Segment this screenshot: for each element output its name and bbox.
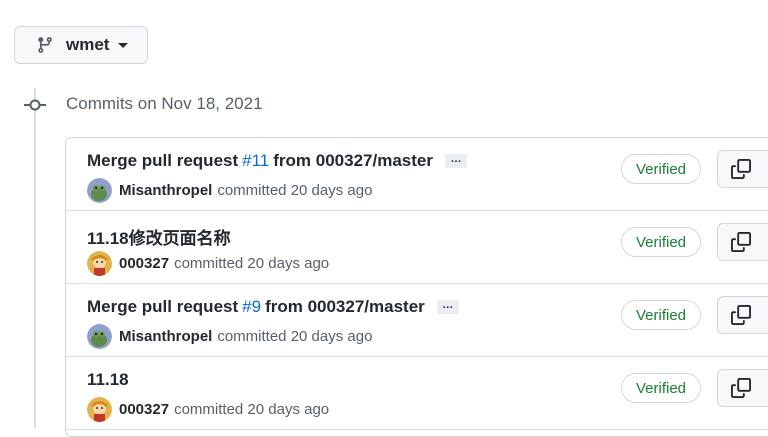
commit-list: Merge pull request #11 from 000327/master…… — [65, 137, 768, 437]
commit-author-link[interactable]: Misanthropel — [119, 182, 212, 199]
git-commit-icon — [24, 96, 46, 114]
branch-name: wmet — [66, 35, 110, 54]
commit-author-link[interactable]: Misanthropel — [119, 328, 212, 345]
commit-time: committed 20 days ago — [174, 255, 330, 272]
verified-badge[interactable]: Verified — [621, 154, 701, 184]
copy-sha-button[interactable] — [717, 150, 768, 188]
commit-row: Merge pull request #11 from 000327/master …… — [66, 138, 768, 211]
git-branch-icon — [36, 36, 54, 54]
commit-group-title: Commits on Nov 18, 2021 — [66, 94, 263, 113]
commit-title[interactable]: 11.18 — [87, 370, 129, 390]
commit-meta: Misanthropel committed 20 days ago — [87, 178, 372, 203]
commit-author-link[interactable]: 000327 — [119, 401, 169, 418]
commit-title-text[interactable]: 11.18修改页面名称 — [87, 224, 231, 249]
commit-title-text[interactable]: 11.18 — [87, 370, 129, 390]
verified-badge[interactable]: Verified — [621, 227, 701, 257]
commit-title[interactable]: 11.18修改页面名称 — [87, 224, 231, 249]
pull-request-link[interactable]: #9 — [242, 297, 261, 317]
avatar-frog[interactable] — [87, 324, 112, 349]
verified-badge[interactable]: Verified — [621, 300, 701, 330]
commit-title[interactable]: Merge pull request #11 from 000327/master … — [87, 151, 467, 171]
commit-row: 11.18 000327 committed 20 days ago Verified — [66, 357, 768, 430]
copy-icon — [731, 159, 751, 179]
commit-title[interactable]: Merge pull request #9 from 000327/master … — [87, 297, 459, 317]
commit-author-link[interactable]: 000327 — [119, 255, 169, 272]
commit-meta: 000327 committed 20 days ago — [87, 251, 329, 276]
commit-title-suffix[interactable]: from 000327/master — [273, 151, 433, 171]
copy-icon — [731, 232, 751, 252]
chevron-down-icon — [118, 42, 129, 48]
copy-icon — [731, 305, 751, 325]
copy-sha-button[interactable] — [717, 369, 768, 407]
copy-sha-button[interactable] — [717, 296, 768, 334]
expand-message-button[interactable]: … — [444, 154, 467, 168]
commit-meta: Misanthropel committed 20 days ago — [87, 324, 372, 349]
commit-time: committed 20 days ago — [217, 328, 373, 345]
avatar-character[interactable] — [87, 397, 112, 422]
verified-badge[interactable]: Verified — [621, 373, 701, 403]
commit-title-text[interactable]: Merge pull request — [87, 297, 238, 317]
commit-row: 11.18修改页面名称 000327 committed 20 days ago Ve… — [66, 211, 768, 284]
commit-time: committed 20 days ago — [174, 401, 330, 418]
pull-request-link[interactable]: #11 — [242, 151, 269, 171]
avatar-frog[interactable] — [87, 178, 112, 203]
branch-select-button[interactable]: wmet — [14, 26, 148, 64]
commit-title-suffix[interactable]: from 000327/master — [265, 297, 425, 317]
expand-message-button[interactable]: … — [436, 300, 459, 314]
commit-row: Merge pull request #9 from 000327/master… M… — [66, 284, 768, 357]
commit-title-text[interactable]: Merge pull request — [87, 151, 238, 171]
copy-sha-button[interactable] — [717, 223, 768, 261]
avatar-character[interactable] — [87, 251, 112, 276]
commit-meta: 000327 committed 20 days ago — [87, 397, 329, 422]
timeline-line — [34, 88, 36, 428]
commit-time: committed 20 days ago — [217, 182, 373, 199]
copy-icon — [731, 378, 751, 398]
